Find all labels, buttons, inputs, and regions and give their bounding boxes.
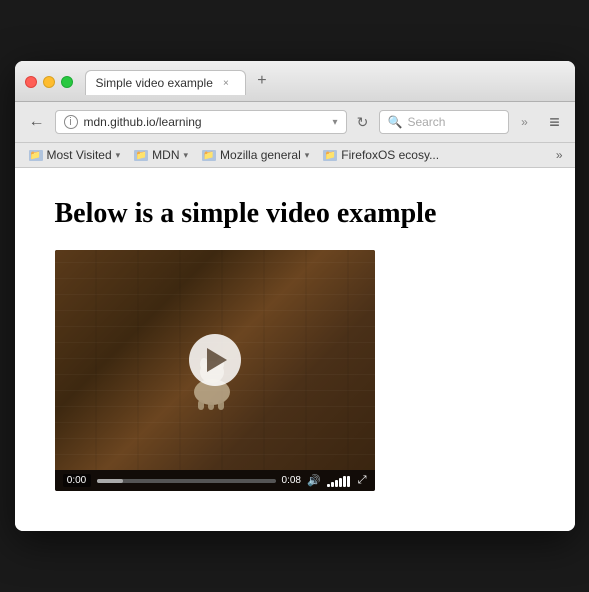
play-button[interactable] xyxy=(189,334,241,386)
close-button[interactable] xyxy=(25,76,37,88)
navigation-bar: ← i mdn.github.io/learning ▾ ↻ 🔍 Search … xyxy=(15,102,575,143)
volume-bars xyxy=(327,475,350,487)
bookmark-firefoxos[interactable]: 📁 FirefoxOS ecosy... xyxy=(317,146,445,164)
volume-bar-2 xyxy=(331,482,334,487)
volume-bar-4 xyxy=(339,478,342,487)
bookmark-label-mozilla: Mozilla general xyxy=(220,148,301,162)
play-icon xyxy=(207,348,227,372)
tab-close-button[interactable]: × xyxy=(219,76,233,90)
search-icon: 🔍 xyxy=(388,115,403,129)
bookmark-label-mdn: MDN xyxy=(152,148,179,162)
address-bar[interactable]: i mdn.github.io/learning ▾ xyxy=(55,110,347,134)
video-controls-bar: 0:00 0:08 🔊 ⤢ xyxy=(55,470,375,491)
address-text: mdn.github.io/learning xyxy=(84,115,327,129)
fullscreen-button[interactable]: ⤢ xyxy=(358,474,367,487)
bookmark-chevron-icon: ▾ xyxy=(116,150,121,161)
total-time: 0:08 xyxy=(282,475,301,486)
bookmark-folder-icon-4: 📁 xyxy=(323,150,337,161)
minimize-button[interactable] xyxy=(43,76,55,88)
bookmark-folder-icon-2: 📁 xyxy=(134,150,148,161)
page-heading: Below is a simple video example xyxy=(55,198,535,230)
bookmarks-overflow-button[interactable]: » xyxy=(552,146,567,164)
refresh-button[interactable]: ↻ xyxy=(351,110,375,134)
bookmark-label-firefoxos: FirefoxOS ecosy... xyxy=(341,148,439,162)
bookmark-chevron-icon-2: ▾ xyxy=(184,150,189,161)
hamburger-menu-button[interactable]: ≡ xyxy=(543,110,567,134)
progress-bar[interactable] xyxy=(97,479,276,483)
new-tab-button[interactable]: + xyxy=(250,69,274,93)
tab-bar: Simple video example × + xyxy=(85,69,565,95)
browser-window: Simple video example × + ← i mdn.github.… xyxy=(15,61,575,531)
video-frame[interactable] xyxy=(55,250,375,470)
tab-title: Simple video example xyxy=(96,76,213,90)
bookmarks-bar: 📁 Most Visited ▾ 📁 MDN ▾ 📁 Mozilla gener… xyxy=(15,143,575,168)
bookmark-chevron-icon-3: ▾ xyxy=(305,150,310,161)
volume-bar-5 xyxy=(343,476,346,487)
bookmark-label: Most Visited xyxy=(47,148,112,162)
bookmark-folder-icon: 📁 xyxy=(29,150,43,161)
window-controls xyxy=(25,76,73,88)
back-button[interactable]: ← xyxy=(23,108,51,136)
title-bar: Simple video example × + xyxy=(15,61,575,102)
volume-bar-3 xyxy=(335,480,338,487)
bookmark-mdn[interactable]: 📁 MDN ▾ xyxy=(128,146,194,164)
address-dropdown-icon[interactable]: ▾ xyxy=(332,117,337,128)
maximize-button[interactable] xyxy=(61,76,73,88)
more-tabs-button[interactable]: » xyxy=(513,110,537,134)
volume-bar-1 xyxy=(327,484,330,487)
info-icon[interactable]: i xyxy=(64,115,78,129)
bookmark-mozilla[interactable]: 📁 Mozilla general ▾ xyxy=(196,146,315,164)
volume-bar-6 xyxy=(347,476,350,487)
video-player[interactable]: 0:00 0:08 🔊 ⤢ xyxy=(55,250,375,491)
volume-icon[interactable]: 🔊 xyxy=(307,474,321,487)
search-bar[interactable]: 🔍 Search xyxy=(379,110,509,134)
active-tab[interactable]: Simple video example × xyxy=(85,70,246,95)
bookmark-folder-icon-3: 📁 xyxy=(202,150,216,161)
search-placeholder: Search xyxy=(407,115,445,129)
progress-fill xyxy=(97,479,124,483)
bookmark-most-visited[interactable]: 📁 Most Visited ▾ xyxy=(23,146,127,164)
current-time: 0:00 xyxy=(63,474,91,487)
page-content: Below is a simple video example xyxy=(15,168,575,531)
